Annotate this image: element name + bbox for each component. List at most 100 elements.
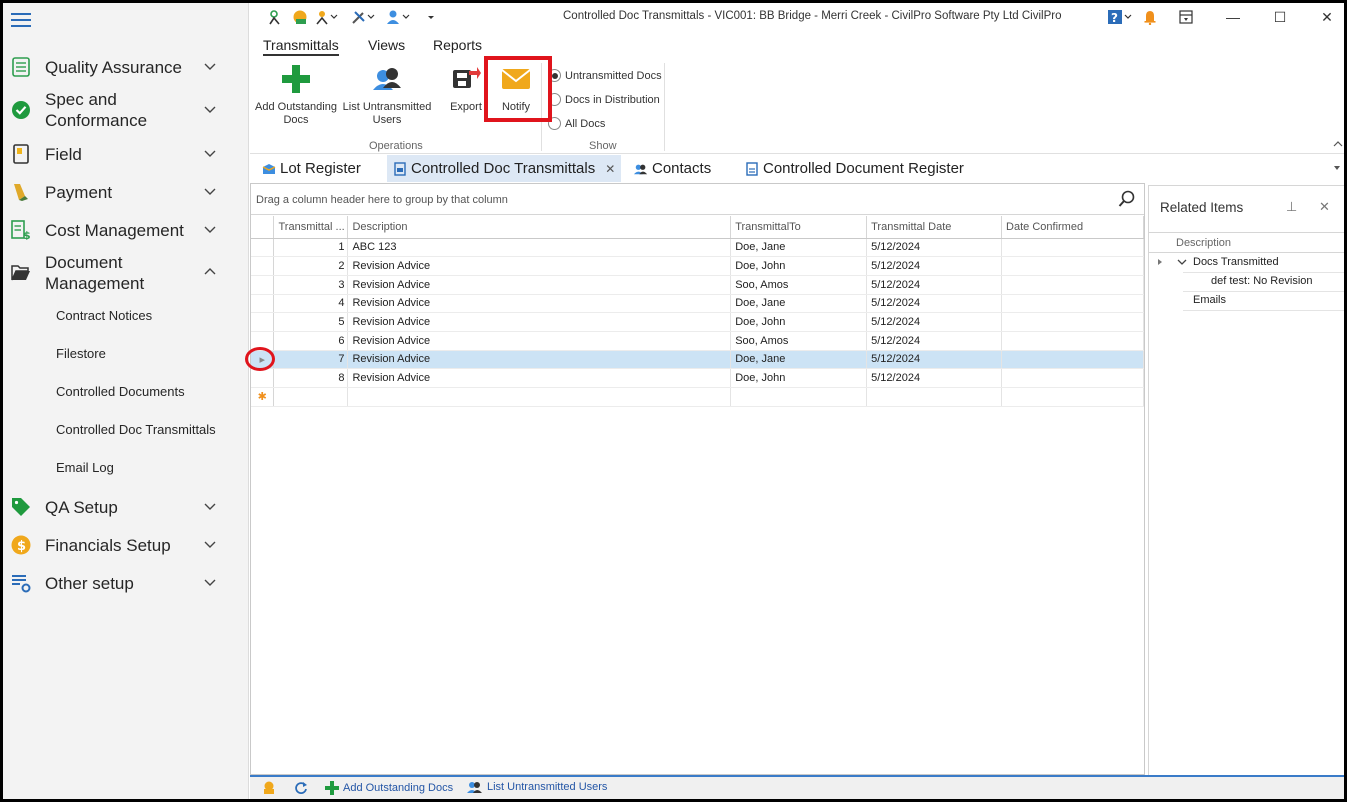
export-button[interactable]: Export: [444, 63, 488, 114]
collapse-ribbon-icon[interactable]: [1333, 139, 1343, 147]
sidebar-item-spec-and-conformance[interactable]: Spec and Conformance: [3, 89, 249, 131]
table-row[interactable]: 3 Revision Advice Soo, Amos 5/12/2024: [251, 275, 1144, 295]
new-row-cell[interactable]: [1001, 387, 1144, 407]
cell-transmittal-no[interactable]: 6: [273, 331, 349, 351]
chevron-down-icon[interactable]: [203, 185, 217, 199]
cell-transmittal-date[interactable]: 5/12/2024: [866, 238, 1003, 258]
tab-contacts[interactable]: Contacts: [628, 155, 717, 182]
add-outstanding-docs-button[interactable]: Add Outstanding Docs: [254, 63, 338, 127]
cell-transmittal-to[interactable]: Doe, Jane: [730, 238, 868, 258]
cell-transmittal-to[interactable]: Doe, Jane: [730, 294, 868, 314]
quick-access-money-icon[interactable]: [292, 9, 308, 25]
cell-transmittal-no[interactable]: 2: [273, 256, 349, 276]
cell-description[interactable]: Revision Advice: [347, 312, 732, 332]
column-header-transmittal-no[interactable]: Transmittal ...: [273, 216, 349, 239]
table-row[interactable]: 4 Revision Advice Doe, Jane 5/12/2024: [251, 294, 1144, 314]
quick-access-user-icon[interactable]: [386, 9, 410, 25]
close-button[interactable]: ✕: [1316, 7, 1338, 27]
cell-transmittal-to[interactable]: Doe, John: [730, 312, 868, 332]
cell-description[interactable]: ABC 123: [347, 238, 732, 258]
cell-transmittal-date[interactable]: 5/12/2024: [866, 275, 1003, 295]
row-indicator[interactable]: [251, 294, 275, 314]
cell-transmittal-to[interactable]: Doe, Jane: [730, 350, 868, 370]
sidebar-subitem-email-log[interactable]: Email Log: [56, 460, 114, 475]
statusbar-list-untransmitted-users[interactable]: List Untransmitted Users: [467, 781, 607, 793]
sidebar-item-qa-setup[interactable]: QA Setup: [3, 496, 249, 518]
hamburger-menu-icon[interactable]: [11, 13, 31, 27]
maximize-button[interactable]: ☐: [1269, 7, 1291, 27]
sidebar-item-cost-management[interactable]: $ Cost Management: [3, 219, 249, 241]
table-row[interactable]: 5 Revision Advice Doe, John 5/12/2024: [251, 312, 1144, 332]
row-indicator[interactable]: [251, 256, 275, 276]
cell-transmittal-date[interactable]: 5/12/2024: [866, 350, 1003, 370]
chevron-down-icon[interactable]: [203, 223, 217, 237]
minimize-button[interactable]: —: [1222, 7, 1244, 27]
chevron-down-icon[interactable]: [203, 147, 217, 161]
expand-arrow-icon[interactable]: [1157, 258, 1163, 266]
table-row[interactable]: 1 ABC 123 Doe, Jane 5/12/2024: [251, 238, 1144, 258]
sidebar-item-document-management[interactable]: Document Management: [3, 252, 249, 294]
chevron-up-icon[interactable]: [203, 264, 217, 278]
cell-transmittal-to[interactable]: Doe, John: [730, 256, 868, 276]
cell-date-confirmed[interactable]: [1001, 368, 1144, 388]
sidebar-subitem-filestore[interactable]: Filestore: [56, 346, 106, 361]
column-header-description[interactable]: Description: [347, 216, 732, 239]
cell-date-confirmed[interactable]: [1001, 294, 1144, 314]
cell-transmittal-no[interactable]: 1: [273, 238, 349, 258]
new-row-cell[interactable]: [866, 387, 1003, 407]
tab-lot-register[interactable]: Lot Register: [256, 155, 367, 182]
sidebar-item-other-setup[interactable]: Other setup: [3, 572, 249, 594]
chevron-down-icon[interactable]: [203, 576, 217, 590]
cell-transmittal-to[interactable]: Soo, Amos: [730, 331, 868, 351]
tab-controlled-document-register[interactable]: Controlled Document Register: [739, 155, 970, 182]
chevron-down-icon[interactable]: [203, 103, 217, 117]
ribbon-tab-reports[interactable]: Reports: [433, 37, 482, 53]
row-indicator[interactable]: [251, 238, 275, 258]
statusbar-add-outstanding-docs[interactable]: Add Outstanding Docs: [325, 781, 453, 795]
quick-access-tool-icon[interactable]: [268, 9, 284, 25]
notification-bell-icon[interactable]: [1143, 9, 1157, 25]
new-row-cell[interactable]: [730, 387, 868, 407]
cell-date-confirmed[interactable]: [1001, 350, 1144, 370]
close-tab-icon[interactable]: ✕: [605, 162, 615, 176]
table-row[interactable]: 8 Revision Advice Doe, John 5/12/2024: [251, 368, 1144, 388]
close-icon[interactable]: ✕: [1319, 199, 1330, 215]
sidebar-item-field[interactable]: Field: [3, 143, 249, 165]
column-header-transmittal-to[interactable]: TransmittalTo: [730, 216, 868, 239]
cell-transmittal-date[interactable]: 5/12/2024: [866, 256, 1003, 276]
quick-access-tools-icon[interactable]: [351, 9, 375, 25]
chevron-down-icon[interactable]: [203, 538, 217, 552]
cell-description[interactable]: Revision Advice: [347, 368, 732, 388]
sidebar-subitem-controlled-documents[interactable]: Controlled Documents: [56, 384, 185, 399]
chevron-down-icon[interactable]: [203, 500, 217, 514]
cell-date-confirmed[interactable]: [1001, 256, 1144, 276]
sidebar-subitem-controlled-doc-transmittals[interactable]: Controlled Doc Transmittals: [56, 422, 216, 437]
cell-transmittal-no[interactable]: 8: [273, 368, 349, 388]
cell-date-confirmed[interactable]: [1001, 238, 1144, 258]
sidebar-item-quality-assurance[interactable]: Quality Assurance: [3, 56, 249, 78]
table-row[interactable]: 2 Revision Advice Doe, John 5/12/2024: [251, 256, 1144, 276]
cell-date-confirmed[interactable]: [1001, 331, 1144, 351]
new-row-cell[interactable]: [273, 387, 349, 407]
ribbon-tab-views[interactable]: Views: [368, 37, 405, 53]
quick-access-people-icon[interactable]: [316, 9, 338, 25]
new-row-cell[interactable]: [347, 387, 732, 407]
sidebar-item-payment[interactable]: Payment: [3, 181, 249, 203]
table-row[interactable]: ▸ 7 Revision Advice Doe, Jane 5/12/2024: [251, 350, 1144, 370]
table-row[interactable]: 6 Revision Advice Soo, Amos 5/12/2024: [251, 331, 1144, 351]
cell-date-confirmed[interactable]: [1001, 275, 1144, 295]
ribbon-display-icon[interactable]: [1179, 9, 1193, 25]
tabs-overflow-icon[interactable]: [1333, 165, 1341, 171]
search-icon[interactable]: [1118, 190, 1136, 208]
ribbon-tab-transmittals[interactable]: Transmittals: [263, 37, 339, 56]
list-untransmitted-users-button[interactable]: List Untransmitted Users: [342, 63, 432, 127]
sidebar-subitem-contract-notices[interactable]: Contract Notices: [56, 308, 152, 323]
cell-description[interactable]: Revision Advice: [347, 275, 732, 295]
help-icon[interactable]: ?: [1107, 9, 1133, 25]
cell-transmittal-date[interactable]: 5/12/2024: [866, 331, 1003, 351]
tree-node-docs-transmitted[interactable]: Docs Transmitted: [1193, 256, 1279, 268]
cell-description[interactable]: Revision Advice: [347, 350, 732, 370]
new-row[interactable]: ✱: [251, 387, 1144, 407]
radio-docs-in-distribution[interactable]: Docs in Distribution: [548, 93, 660, 106]
cell-transmittal-no[interactable]: 4: [273, 294, 349, 314]
